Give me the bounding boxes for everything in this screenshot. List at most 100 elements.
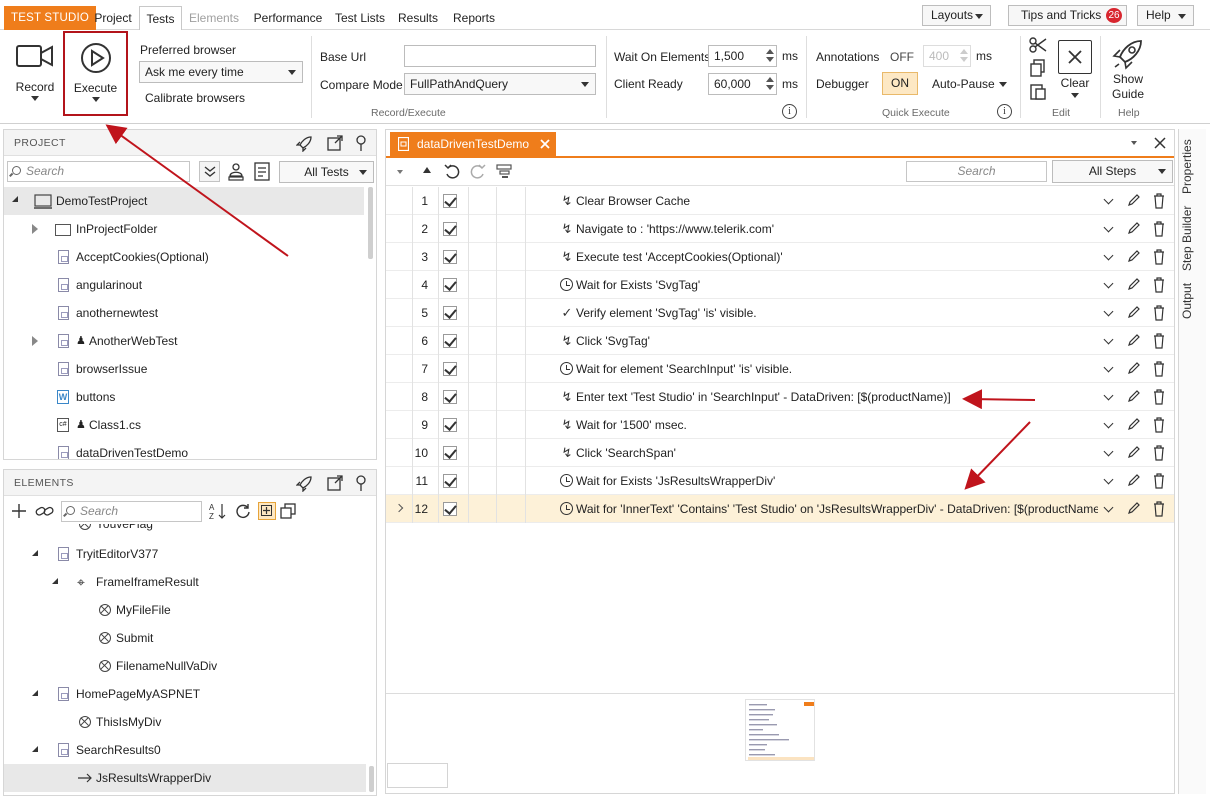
move-up-icon[interactable] — [423, 167, 431, 173]
step-description[interactable]: Navigate to : 'https://www.telerik.com' — [576, 215, 774, 243]
tree-item-test[interactable]: AcceptCookies(Optional) — [4, 243, 364, 271]
step-list-icon[interactable] — [496, 164, 512, 179]
tab-menu-icon[interactable] — [1131, 141, 1137, 145]
trash-icon[interactable] — [1153, 193, 1165, 209]
annotations-duration-input[interactable]: 400 — [923, 45, 971, 67]
side-tab-step-builder[interactable]: Step Builder — [1180, 205, 1204, 271]
step-minimap[interactable] — [745, 699, 815, 761]
chevron-down-icon[interactable] — [1103, 194, 1114, 205]
step-enabled-checkbox[interactable] — [443, 194, 457, 208]
clear-button[interactable] — [1058, 40, 1092, 74]
steps-filter-select[interactable]: All Steps — [1052, 160, 1173, 183]
trash-icon[interactable] — [1153, 501, 1165, 517]
highlight-element-toggle[interactable] — [258, 502, 276, 520]
calibrate-browsers-button[interactable]: Calibrate browsers — [145, 91, 245, 105]
trash-icon[interactable] — [1153, 305, 1165, 321]
pencil-icon[interactable] — [1127, 193, 1141, 207]
collapse-steps-icon[interactable] — [397, 170, 403, 174]
step-description[interactable]: Wait for element 'SearchInput' 'is' visi… — [576, 355, 792, 383]
chevron-down-icon[interactable] — [1103, 222, 1114, 233]
elements-scrollbar[interactable] — [369, 766, 374, 792]
tree-item-demo-test-project[interactable]: DemoTestProject — [4, 187, 364, 215]
step-enabled-checkbox[interactable] — [443, 334, 457, 348]
step-description[interactable]: Execute test 'AcceptCookies(Optional)' — [576, 243, 783, 271]
paste-icon[interactable] — [1029, 82, 1047, 100]
pencil-icon[interactable] — [1127, 417, 1141, 431]
step-row[interactable]: 12 Wait for 'InnerText' 'Contains' 'Test … — [386, 495, 1174, 523]
step-description[interactable]: Verify element 'SvgTag' 'is' visible. — [576, 299, 757, 327]
collapsed-triangle-icon[interactable] — [32, 336, 38, 346]
chevron-down-icon[interactable] — [1103, 278, 1114, 289]
step-enabled-checkbox[interactable] — [443, 362, 457, 376]
step-row[interactable]: 2 ↯ Navigate to : 'https://www.telerik.com… — [386, 215, 1174, 243]
pencil-icon[interactable] — [1127, 249, 1141, 263]
annotations-toggle[interactable]: OFF — [890, 50, 914, 64]
horizontal-scroll-thumb[interactable] — [387, 763, 448, 788]
tests-filter-select[interactable]: All Tests — [279, 161, 374, 183]
project-scrollbar[interactable] — [368, 187, 373, 259]
step-enabled-checkbox[interactable] — [443, 418, 457, 432]
preferred-browser-select[interactable]: Ask me every time — [139, 61, 303, 83]
step-enabled-checkbox[interactable] — [443, 250, 457, 264]
pencil-icon[interactable] — [1127, 473, 1141, 487]
chevron-down-icon[interactable] — [1103, 502, 1114, 513]
chevron-down-icon[interactable] — [1103, 306, 1114, 317]
step-row[interactable]: 11 Wait for Exists 'JsResultsWrapperDiv' — [386, 467, 1174, 495]
pencil-icon[interactable] — [1127, 389, 1141, 403]
info-icon[interactable]: i — [997, 104, 1012, 119]
step-description[interactable]: Wait for Exists 'JsResultsWrapperDiv' — [576, 467, 775, 495]
trash-icon[interactable] — [1153, 221, 1165, 237]
refresh-icon[interactable] — [235, 503, 251, 519]
step-row[interactable]: 9 ↯ Wait for '1500' msec. — [386, 411, 1174, 439]
redo-icon[interactable] — [470, 164, 486, 179]
tab-reports[interactable]: Reports — [448, 6, 500, 30]
tab-test-lists[interactable]: Test Lists — [332, 6, 388, 30]
pencil-icon[interactable] — [1127, 221, 1141, 235]
trash-icon[interactable] — [1153, 473, 1165, 489]
chevron-down-icon[interactable] — [1103, 334, 1114, 345]
chevron-down-icon[interactable] — [1103, 418, 1114, 429]
side-tab-properties[interactable]: Properties — [1180, 139, 1204, 195]
chevron-down-icon[interactable] — [1103, 446, 1114, 457]
trash-icon[interactable] — [1153, 389, 1165, 405]
side-tab-output[interactable]: Output — [1180, 282, 1204, 320]
step-row[interactable]: 5 ✓ Verify element 'SvgTag' 'is' visible. — [386, 299, 1174, 327]
info-icon[interactable]: i — [782, 104, 797, 119]
layouts-dropdown[interactable]: Layouts — [922, 5, 991, 26]
step-enabled-checkbox[interactable] — [443, 278, 457, 292]
pencil-icon[interactable] — [1127, 305, 1141, 319]
link-icon[interactable] — [35, 503, 55, 519]
chevron-down-icon[interactable] — [1071, 93, 1079, 98]
step-description[interactable]: Click 'SvgTag' — [576, 327, 650, 355]
tree-item-code-file[interactable]: c# ♟ Class1.cs — [4, 411, 364, 439]
collapse-all-button[interactable] — [199, 161, 220, 182]
chevron-down-icon[interactable] — [1103, 474, 1114, 485]
step-enabled-checkbox[interactable] — [443, 474, 457, 488]
step-row[interactable]: 10 ↯ Click 'SearchSpan' — [386, 439, 1174, 467]
step-description[interactable]: Wait for 'InnerText' 'Contains' 'Test St… — [576, 495, 1098, 523]
chevron-down-icon[interactable] — [1103, 362, 1114, 373]
tree-item-test[interactable]: angularinout — [4, 271, 364, 299]
tab-elements[interactable]: Elements — [186, 6, 242, 30]
step-row[interactable]: 7 Wait for element 'SearchInput' 'is' vis… — [386, 355, 1174, 383]
copy-icon[interactable] — [280, 503, 296, 519]
add-icon[interactable] — [11, 503, 27, 519]
step-row[interactable]: 8 ↯ Enter text 'Test Studio' in 'SearchInp… — [386, 383, 1174, 411]
close-panel-icon[interactable] — [1154, 137, 1166, 149]
chevron-down-icon[interactable] — [1103, 390, 1114, 401]
compare-mode-select[interactable]: FullPathAndQuery — [404, 73, 596, 95]
trash-icon[interactable] — [1153, 361, 1165, 377]
step-row[interactable]: 6 ↯ Click 'SvgTag' — [386, 327, 1174, 355]
step-row[interactable]: 3 ↯ Execute test 'AcceptCookies(Optional)' — [386, 243, 1174, 271]
collapsed-triangle-icon[interactable] — [32, 224, 38, 234]
tree-item-folder[interactable]: InProjectFolder — [4, 215, 364, 243]
record-button[interactable]: Record — [8, 38, 62, 108]
tab-tests[interactable]: Tests — [139, 6, 182, 31]
pencil-icon[interactable] — [1127, 501, 1141, 515]
step-row[interactable]: 4 Wait for Exists 'SvgTag' — [386, 271, 1174, 299]
steps-search-input[interactable]: Search — [906, 161, 1047, 182]
expanded-triangle-icon[interactable] — [52, 578, 58, 584]
trash-icon[interactable] — [1153, 277, 1165, 293]
tab-performance[interactable]: Performance — [250, 6, 326, 30]
editor-tab[interactable]: dataDrivenTestDemo — [390, 132, 556, 156]
